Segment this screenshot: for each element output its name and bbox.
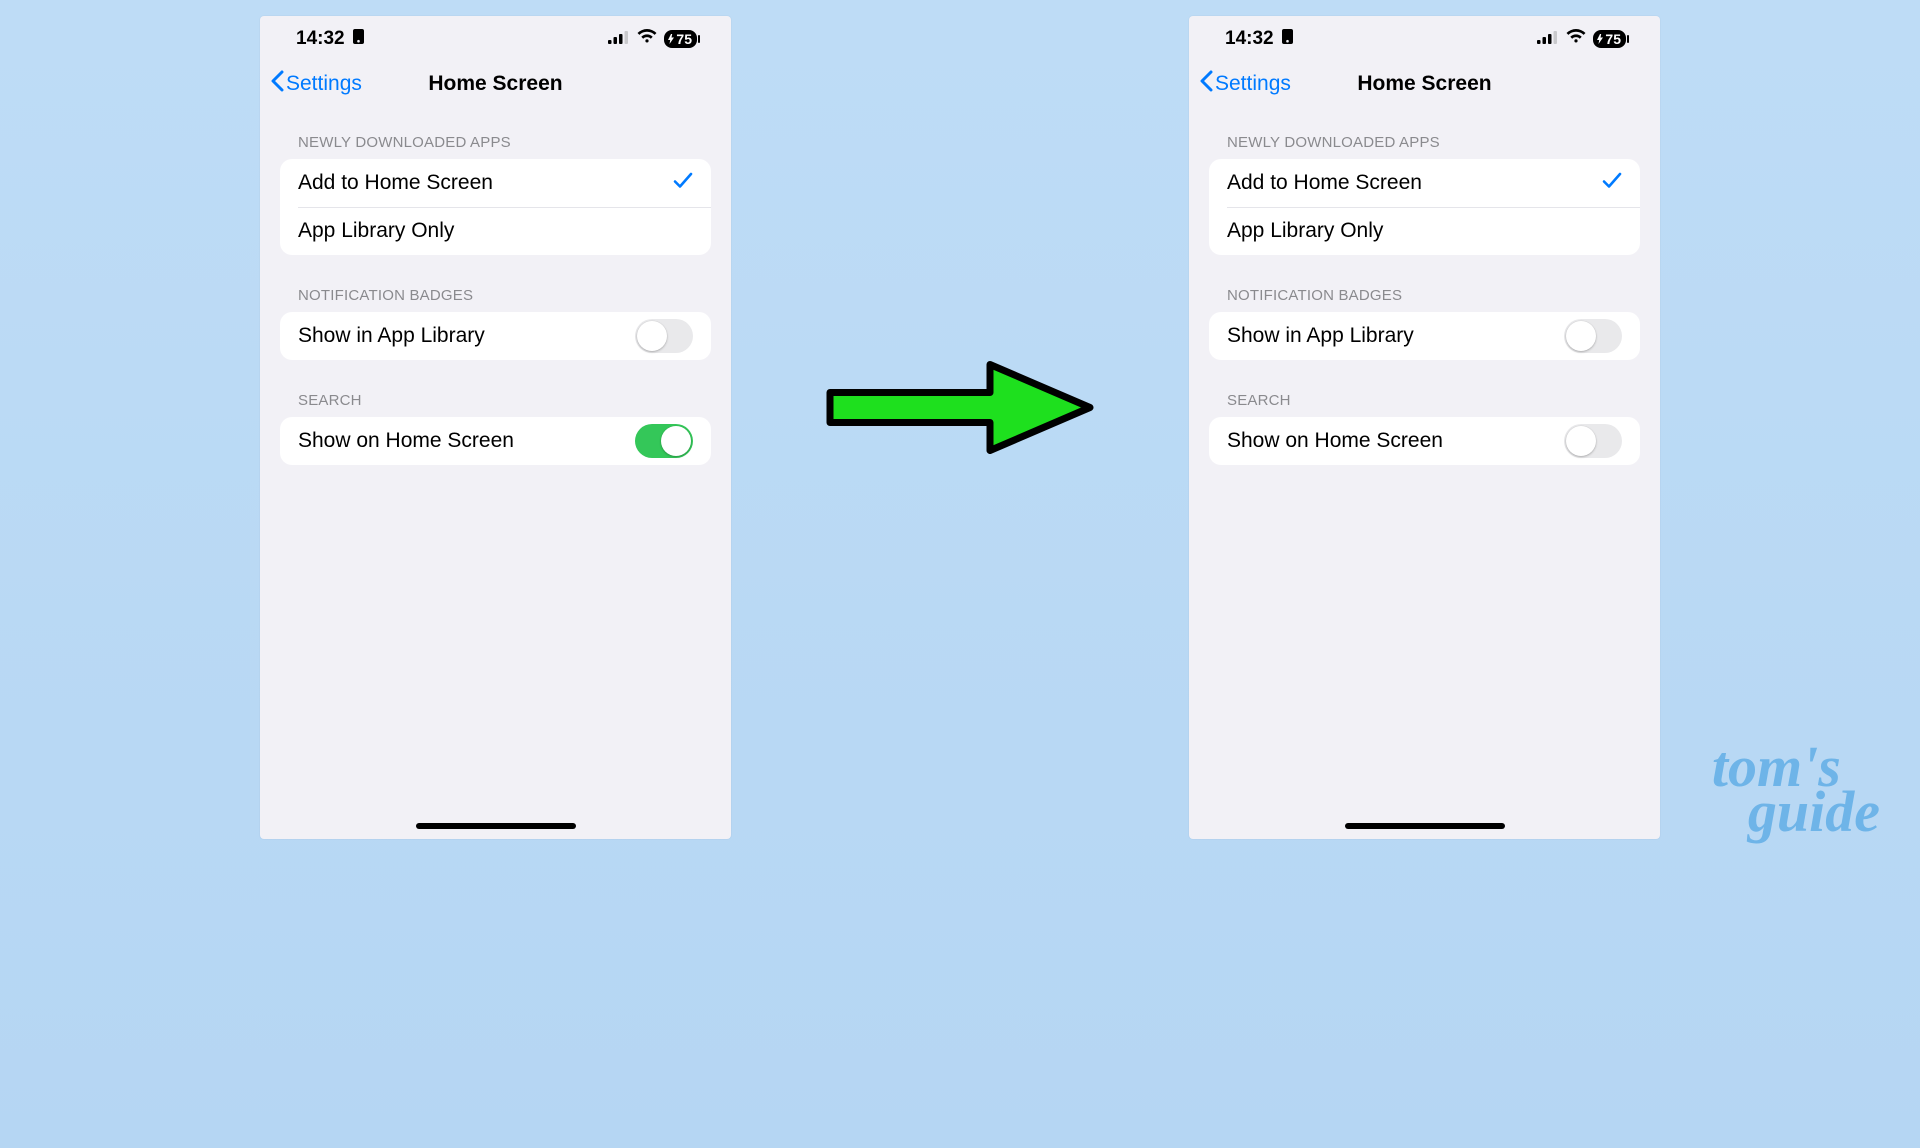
row-show-on-home: Show on Home Screen <box>1209 417 1640 465</box>
status-bar: 14:32 75 <box>260 16 731 62</box>
option-add-home[interactable]: Add to Home Screen <box>280 159 711 207</box>
battery-level: 75 <box>676 31 692 47</box>
group-downloads: Add to Home Screen App Library Only <box>1209 159 1640 255</box>
arrow-icon <box>820 353 1100 468</box>
option-app-library[interactable]: App Library Only <box>1209 207 1640 255</box>
group-downloads: Add to Home Screen App Library Only <box>280 159 711 255</box>
nav-bar: Settings Home Screen <box>1189 62 1660 106</box>
back-button[interactable]: Settings <box>1199 70 1291 98</box>
battery-level: 75 <box>1605 31 1621 47</box>
back-label: Settings <box>286 72 362 96</box>
row-show-in-library: Show in App Library <box>1209 312 1640 360</box>
back-label: Settings <box>1215 72 1291 96</box>
toggle-show-in-library[interactable] <box>635 319 693 353</box>
section-header-search: SEARCH <box>1209 360 1640 417</box>
option-app-library[interactable]: App Library Only <box>280 207 711 255</box>
portrait-lock-icon <box>1280 28 1295 51</box>
checkmark-icon <box>1602 170 1622 196</box>
option-label: App Library Only <box>298 219 454 243</box>
toggle-show-on-home[interactable] <box>1564 424 1622 458</box>
cellular-icon <box>608 28 630 50</box>
home-indicator[interactable] <box>416 823 576 829</box>
cellular-icon <box>1537 28 1559 50</box>
chevron-left-icon <box>270 70 284 98</box>
battery-icon: 75 <box>664 30 697 48</box>
section-header-downloads: NEWLY DOWNLOADED APPS <box>1209 106 1640 159</box>
group-badges: Show in App Library <box>1209 312 1640 360</box>
home-indicator[interactable] <box>1345 823 1505 829</box>
back-button[interactable]: Settings <box>270 70 362 98</box>
status-time: 14:32 <box>296 28 345 50</box>
row-label: Show on Home Screen <box>1227 429 1443 453</box>
phone-after: 14:32 75 <box>1189 16 1660 839</box>
option-label: Add to Home Screen <box>298 171 493 195</box>
chevron-left-icon <box>1199 70 1213 98</box>
option-add-home[interactable]: Add to Home Screen <box>1209 159 1640 207</box>
group-badges: Show in App Library <box>280 312 711 360</box>
row-show-in-library: Show in App Library <box>280 312 711 360</box>
battery-icon: 75 <box>1593 30 1626 48</box>
section-header-badges: NOTIFICATION BADGES <box>280 255 711 312</box>
nav-bar: Settings Home Screen <box>260 62 731 106</box>
status-time: 14:32 <box>1225 28 1274 50</box>
checkmark-icon <box>673 170 693 196</box>
toggle-show-in-library[interactable] <box>1564 319 1622 353</box>
row-label: Show in App Library <box>298 324 485 348</box>
portrait-lock-icon <box>351 28 366 51</box>
option-label: App Library Only <box>1227 219 1383 243</box>
section-header-search: SEARCH <box>280 360 711 417</box>
row-show-on-home: Show on Home Screen <box>280 417 711 465</box>
phone-before: 14:32 75 <box>260 16 731 839</box>
wifi-icon <box>1566 28 1586 50</box>
toggle-show-on-home[interactable] <box>635 424 693 458</box>
wifi-icon <box>637 28 657 50</box>
section-header-badges: NOTIFICATION BADGES <box>1209 255 1640 312</box>
option-label: Add to Home Screen <box>1227 171 1422 195</box>
section-header-downloads: NEWLY DOWNLOADED APPS <box>280 106 711 159</box>
group-search: Show on Home Screen <box>280 417 711 465</box>
group-search: Show on Home Screen <box>1209 417 1640 465</box>
status-bar: 14:32 75 <box>1189 16 1660 62</box>
row-label: Show in App Library <box>1227 324 1414 348</box>
row-label: Show on Home Screen <box>298 429 514 453</box>
watermark: tom's guide <box>1712 744 1880 834</box>
